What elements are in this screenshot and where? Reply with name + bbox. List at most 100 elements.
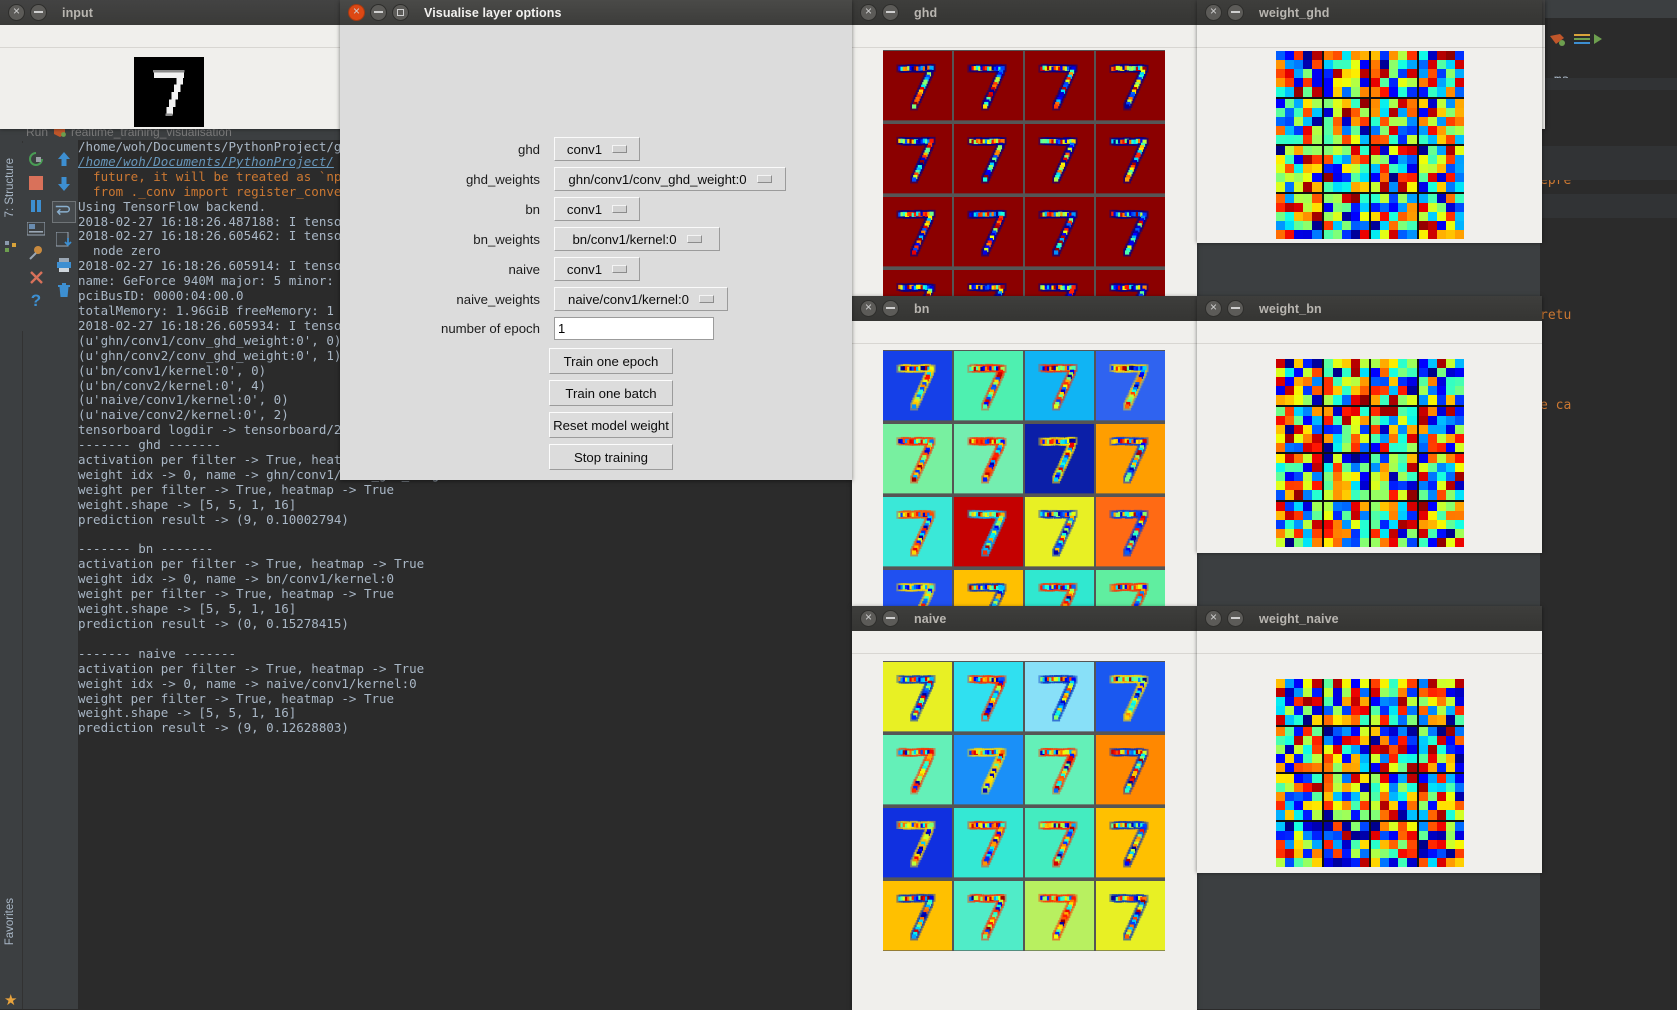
weight-pixel [1437,203,1446,212]
option-menu-ghd-weights[interactable]: ghn/conv1/conv_ghd_weight:0 [554,167,786,191]
weight-pixel [1371,117,1380,126]
maximize-icon[interactable] [392,4,409,21]
minimize-icon[interactable] [370,4,387,21]
option-menu-naive-weights[interactable]: naive/conv1/kernel:0 [554,287,728,311]
button-train-one-batch[interactable]: Train one batch [549,380,673,406]
option-menu-bn[interactable]: conv1 [554,197,640,221]
button-reset-model-weight[interactable]: Reset model weight [549,412,673,438]
close-icon[interactable] [860,4,877,21]
close-icon[interactable] [1205,4,1222,21]
weight-pixel [1342,377,1351,386]
pause-icon[interactable] [29,199,43,213]
mpl-toolbar-bn[interactable] [852,321,1197,344]
close-icon[interactable] [860,300,877,317]
rerun-icon[interactable] [28,151,44,167]
titlebar-naive[interactable]: naive [852,606,1197,631]
weight-pixel [1371,221,1380,230]
weight-pixel [1333,763,1342,772]
weight-pixel [1428,736,1437,745]
minimize-icon[interactable] [882,4,899,21]
background-editor[interactable]: _ma epre retu e ca [1540,18,1677,1009]
weight-pixel [1351,194,1360,203]
run-toolbar-left[interactable]: ? [22,143,50,331]
heatmap-grid-naive [883,661,1165,951]
weight-kernel [1371,502,1417,548]
weight-pixel [1419,538,1428,547]
window-weight-naive[interactable]: weight_naive [1197,606,1542,872]
close-icon[interactable] [1205,610,1222,627]
weight-pixel [1276,801,1285,810]
soft-wrap-icon[interactable] [52,201,76,223]
minimize-icon[interactable] [30,4,47,21]
window-naive[interactable]: naive [852,606,1197,1009]
weight-pixel [1360,454,1369,463]
window-ghd[interactable]: ghd [852,0,1197,305]
option-menu-bn-weights[interactable]: bn/conv1/kernel:0 [554,227,720,251]
trash-icon[interactable] [56,282,72,298]
titlebar-weight-naive[interactable]: weight_naive [1197,606,1542,631]
stop-icon[interactable] [29,176,43,190]
titlebar-bn[interactable]: bn [852,296,1197,321]
mpl-toolbar-weight-bn[interactable] [1197,321,1542,344]
close-icon[interactable] [29,270,44,285]
help-icon[interactable]: ? [31,294,41,308]
run-toolbar-right[interactable] [50,143,78,331]
weight-pixel [1407,173,1416,182]
weight-pixel [1428,502,1437,511]
input-number-of-epoch[interactable]: 1 [554,317,714,340]
close-icon[interactable] [1205,300,1222,317]
up-arrow-icon[interactable] [57,151,71,167]
weight-pixel [1294,182,1303,191]
weight-pixel [1419,520,1428,529]
minimize-icon[interactable] [882,610,899,627]
minimize-icon[interactable] [1227,300,1244,317]
weight-pixel [1455,135,1464,144]
titlebar-weight-bn[interactable]: weight_bn [1197,296,1542,321]
weight-pixel [1360,51,1369,60]
weight-pixel [1276,69,1285,78]
filter-activation-tile [1096,123,1165,194]
tool-window-structure[interactable]: 7: Structure [4,158,16,217]
minimize-icon[interactable] [1227,4,1244,21]
weight-pixel [1351,463,1360,472]
weight-pixel [1437,511,1446,520]
weight-pixel [1407,443,1416,452]
weight-pixel [1407,697,1416,706]
console-icon[interactable] [27,222,45,236]
titlebar-ghd[interactable]: ghd [852,0,1197,25]
mpl-toolbar-weight-naive[interactable] [1197,631,1542,654]
window-weight-ghd[interactable]: weight_ghd [1197,0,1542,242]
close-icon[interactable] [860,610,877,627]
weight-pixel [1398,51,1407,60]
titlebar-dialog[interactable]: Visualise layer options [340,0,852,25]
down-arrow-icon[interactable] [57,176,71,192]
weight-pixel [1371,763,1380,772]
button-train-one-epoch[interactable]: Train one epoch [549,348,673,374]
minimize-icon[interactable] [882,300,899,317]
dialog-visualise-layer-options[interactable]: Visualise layer options ghdconv1ghd_weig… [340,0,852,480]
option-menu-naive[interactable]: conv1 [554,257,640,281]
titlebar-weight-ghd[interactable]: weight_ghd [1197,0,1542,25]
tool-window-favorites[interactable]: Favorites [4,898,16,945]
save-output-icon[interactable] [56,232,72,248]
window-bn[interactable]: bn [852,296,1197,606]
window-weight-bn[interactable]: weight_bn [1197,296,1542,552]
mpl-toolbar-naive[interactable] [852,631,1197,654]
weight-pixel [1419,783,1428,792]
mpl-toolbar-ghd[interactable] [852,25,1197,48]
close-icon[interactable] [348,4,365,21]
console-line: /home/woh/Documents/PythonProject/g [78,140,341,154]
weight-pixel [1455,407,1464,416]
print-icon[interactable] [56,257,72,273]
close-icon[interactable] [8,4,25,21]
option-menu-ghd[interactable]: conv1 [554,137,640,161]
weight-pixel [1303,60,1312,69]
button-stop-training[interactable]: Stop training [549,444,673,470]
weight-pixel [1389,51,1398,60]
weight-pixel [1303,463,1312,472]
weight-kernel [1419,727,1465,773]
mpl-toolbar-weight-ghd[interactable] [1197,25,1542,48]
filter-activation-tile [883,734,952,805]
minimize-icon[interactable] [1227,610,1244,627]
pin-icon[interactable] [28,245,44,261]
